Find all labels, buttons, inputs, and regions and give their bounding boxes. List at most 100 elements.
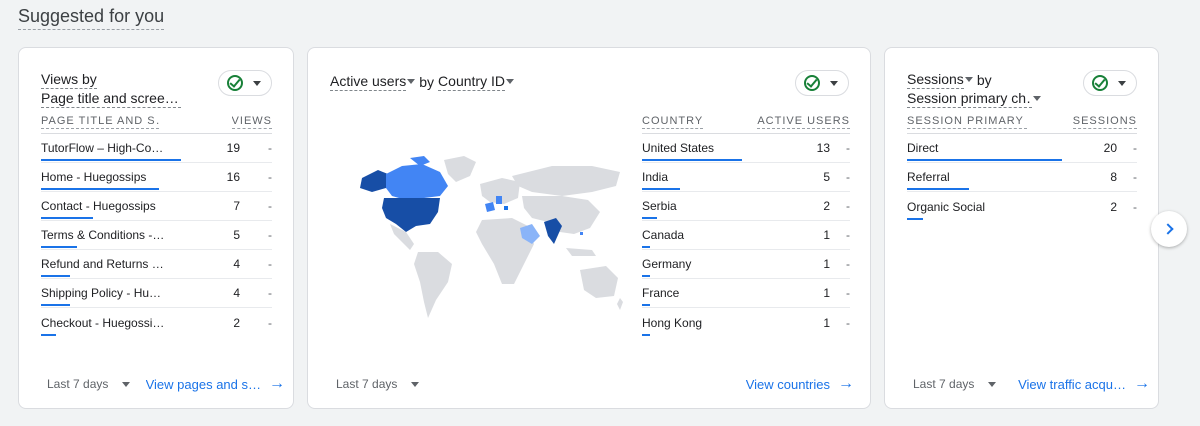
row-proportion-bar: [642, 334, 650, 336]
table-row[interactable]: United States 13 -: [642, 134, 850, 163]
table-header: COUNTRY ACTIVE USERS: [642, 110, 850, 134]
row-proportion-bar: [41, 275, 70, 277]
row-dimension-value: TutorFlow – High-Co…: [41, 141, 164, 155]
map-germany: [496, 196, 502, 204]
table-row[interactable]: Home - Huegossips 16 -: [41, 163, 272, 192]
row-metric-value: 8: [1110, 170, 1117, 184]
table-row[interactable]: France 1 -: [642, 279, 850, 308]
map-canada: [386, 164, 448, 200]
row-change-value: -: [1133, 170, 1137, 184]
column-header-metric[interactable]: ACTIVE USERS: [757, 115, 850, 129]
world-map[interactable]: [352, 152, 624, 322]
map-new-zealand: [617, 298, 623, 310]
metric-label[interactable]: Sessions: [907, 70, 964, 89]
row-metric-value: 2: [233, 315, 240, 330]
column-header-dimension[interactable]: SESSION PRIMARY …: [907, 115, 1027, 129]
row-dimension-value: Referral: [907, 170, 950, 184]
row-dimension-value: Refund and Returns …: [41, 257, 164, 271]
compare-toggle-button[interactable]: [218, 70, 272, 96]
map-usa: [382, 198, 440, 232]
row-change-value: -: [268, 170, 272, 184]
link-label: View traffic acqu…: [1018, 376, 1126, 392]
compare-toggle-button[interactable]: [795, 70, 849, 96]
arrow-right-icon: →: [838, 375, 854, 392]
column-header-metric[interactable]: SESSIONS: [1072, 115, 1137, 129]
view-traffic-acquisition-link[interactable]: View traffic acqu… →: [1018, 376, 1150, 392]
column-header-dimension[interactable]: COUNTRY: [642, 115, 704, 129]
map-south-america: [414, 252, 452, 318]
map-alaska: [360, 170, 388, 192]
row-change-value: -: [846, 228, 850, 242]
check-circle-icon: [804, 75, 820, 91]
row-proportion-bar: [41, 188, 159, 190]
row-change-value: -: [268, 228, 272, 242]
table-row[interactable]: Serbia 2 -: [642, 192, 850, 221]
by-label: by: [976, 71, 992, 88]
row-dimension-value: Checkout - Huegossi…: [41, 315, 165, 330]
metric-label[interactable]: Active users: [330, 72, 407, 91]
caret-down-icon: [253, 80, 261, 86]
data-table: PAGE TITLE AND S… VIEWS TutorFlow – High…: [41, 110, 272, 337]
active-users-by-country-card: Active users by Country ID COUNTRY ACTIV…: [307, 47, 871, 409]
table-row[interactable]: India 5 -: [642, 163, 850, 192]
dimension-label[interactable]: Page title and scree…: [41, 89, 181, 108]
card-title: Views by Page title and scree…: [41, 70, 181, 108]
map-serbia: [504, 206, 508, 210]
table-row[interactable]: Direct 20 -: [907, 134, 1137, 163]
row-metric-value: 4: [233, 286, 240, 300]
caret-down-icon: [505, 79, 514, 84]
column-header-metric[interactable]: VIEWS: [231, 115, 272, 129]
date-range-selector[interactable]: Last 7 days: [336, 377, 420, 391]
map-russia: [512, 166, 620, 196]
row-proportion-bar: [41, 246, 77, 248]
metric-label[interactable]: Views by: [41, 70, 97, 89]
dimension-label[interactable]: Country ID: [438, 72, 505, 91]
views-by-page-card: Views by Page title and scree… PAGE TITL…: [18, 47, 294, 409]
row-change-value: -: [846, 141, 850, 155]
table-row[interactable]: Checkout - Huegossi… 2 -: [41, 308, 272, 337]
table-row[interactable]: Referral 8 -: [907, 163, 1137, 192]
date-range-label: Last 7 days: [913, 377, 975, 391]
view-countries-link[interactable]: View countries →: [746, 376, 854, 392]
row-change-value: -: [268, 315, 272, 330]
view-pages-link[interactable]: View pages and s… →: [146, 376, 285, 392]
next-cards-button[interactable]: [1151, 211, 1187, 247]
map-indonesia: [566, 248, 596, 256]
table-row[interactable]: Canada 1 -: [642, 221, 850, 250]
row-change-value: -: [268, 286, 272, 300]
table-row[interactable]: Shipping Policy - Hu… 4 -: [41, 279, 272, 308]
caret-down-icon: [988, 381, 997, 387]
table-row[interactable]: Hong Kong 1 -: [642, 308, 850, 337]
row-metric-value: 19: [226, 141, 240, 155]
map-greenland: [444, 156, 476, 182]
caret-down-icon: [1033, 96, 1041, 101]
row-proportion-bar: [642, 159, 742, 161]
row-change-value: -: [268, 199, 272, 213]
column-header-dimension[interactable]: PAGE TITLE AND S…: [41, 115, 159, 129]
map-canada-islands: [410, 156, 430, 166]
date-range-label: Last 7 days: [336, 377, 398, 391]
row-metric-value: 1: [823, 286, 830, 300]
table-row[interactable]: Terms & Conditions -… 5 -: [41, 221, 272, 250]
compare-toggle-button[interactable]: [1083, 70, 1137, 96]
table-row[interactable]: Germany 1 -: [642, 250, 850, 279]
map-france: [485, 202, 495, 212]
date-range-selector[interactable]: Last 7 days: [47, 377, 131, 391]
table-row[interactable]: Organic Social 2 -: [907, 192, 1137, 221]
data-table: COUNTRY ACTIVE USERS United States 13- Ind…: [642, 110, 850, 337]
table-row[interactable]: TutorFlow – High-Co… 19 -: [41, 134, 272, 163]
table-row[interactable]: Contact - Huegossips 7 -: [41, 192, 272, 221]
row-change-value: -: [846, 286, 850, 300]
section-title: Suggested for you: [18, 6, 165, 30]
row-metric-value: 1: [823, 257, 830, 271]
row-change-value: -: [846, 170, 850, 184]
row-change-value: -: [268, 257, 272, 271]
date-range-selector[interactable]: Last 7 days: [913, 377, 997, 391]
row-change-value: -: [1133, 199, 1137, 214]
dimension-label[interactable]: Session primary ch…: [907, 89, 1032, 108]
caret-down-icon: [830, 80, 838, 86]
arrow-right-icon: →: [1134, 375, 1150, 392]
row-dimension-value: Shipping Policy - Hu…: [41, 286, 162, 300]
row-metric-value: 2: [823, 199, 830, 213]
table-row[interactable]: Refund and Returns … 4 -: [41, 250, 272, 279]
